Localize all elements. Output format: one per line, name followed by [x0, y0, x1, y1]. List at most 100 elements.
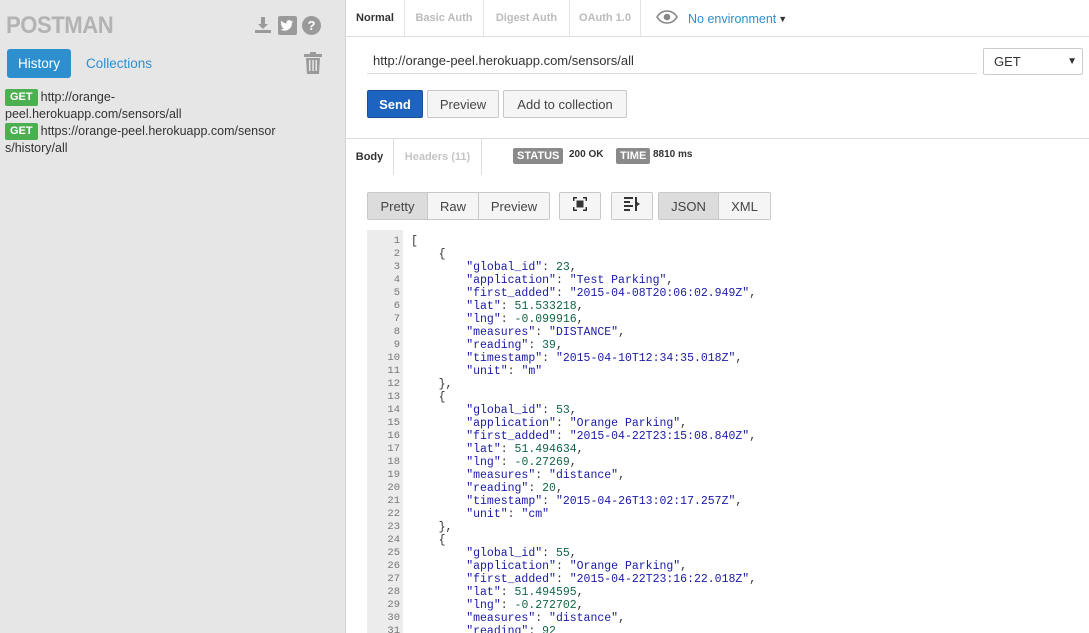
add-to-collection-button[interactable]: Add to collection	[503, 90, 627, 118]
code-line: 26 "application": "Orange Parking",	[367, 560, 1089, 573]
line-number: 19	[387, 469, 400, 481]
code-line: 22 "unit": "cm"	[367, 508, 1089, 521]
code-line: 11 "unit": "m"	[367, 365, 1089, 378]
line-number: 12	[387, 378, 400, 390]
code-text: "lng": -0.27269,	[466, 456, 577, 469]
download-icon[interactable]	[253, 15, 273, 35]
code-text: "application": "Orange Parking",	[466, 560, 688, 573]
twitter-icon[interactable]	[277, 15, 297, 35]
line-number: 22	[387, 508, 400, 520]
code-text: "lng": -0.099916,	[466, 313, 584, 326]
time-label: TIME	[616, 148, 651, 164]
code-line: 27 "first_added": "2015-04-22T23:16:22.0…	[367, 573, 1089, 586]
trash-icon[interactable]	[303, 52, 323, 79]
code-line: 15 "application": "Orange Parking",	[367, 417, 1089, 430]
code-line: 5 "first_added": "2015-04-08T20:06:02.94…	[367, 287, 1089, 300]
tab-collections[interactable]: Collections	[86, 49, 152, 78]
code-line: 17 "lat": 51.494634,	[367, 443, 1089, 456]
line-number: 21	[387, 495, 400, 507]
tab-normal[interactable]: Normal	[346, 0, 405, 36]
code-line: 29 "lng": -0.272702,	[367, 599, 1089, 612]
code-text: "first_added": "2015-04-08T20:06:02.949Z…	[466, 287, 757, 300]
line-number: 26	[387, 560, 400, 572]
line-number: 24	[387, 534, 400, 546]
line-number: 15	[387, 417, 400, 429]
line-number: 4	[393, 274, 400, 286]
code-line: 25 "global_id": 55,	[367, 547, 1089, 560]
code-text: "lat": 51.494634,	[466, 443, 584, 456]
code-line: 3 "global_id": 23,	[367, 261, 1089, 274]
code-text: "timestamp": "2015-04-10T12:34:35.018Z",	[466, 352, 743, 365]
tab-history[interactable]: History	[7, 49, 71, 78]
help-icon[interactable]: ?	[301, 15, 321, 35]
tab-basic-auth[interactable]: Basic Auth	[405, 0, 484, 36]
response-tabs: Body Headers (11)	[346, 139, 1089, 175]
code-text: "global_id": 23,	[466, 261, 577, 274]
code-line: 8 "measures": "DISTANCE",	[367, 326, 1089, 339]
url-input[interactable]	[367, 47, 977, 74]
line-number: 5	[393, 287, 400, 299]
format-json-button[interactable]: JSON	[659, 193, 719, 219]
environment-selector[interactable]: No environment ▼	[656, 10, 787, 27]
code-line: 12 },	[367, 378, 1089, 391]
tab-body[interactable]: Body	[346, 139, 394, 175]
code-line: 9 "reading": 39,	[367, 339, 1089, 352]
code-text: "first_added": "2015-04-22T23:16:22.018Z…	[466, 573, 757, 586]
method-select[interactable]: GET ▼	[983, 48, 1083, 75]
line-number: 2	[393, 248, 400, 260]
line-number: 25	[387, 547, 400, 559]
code-text: },	[411, 378, 453, 391]
view-pretty-button[interactable]: Pretty	[368, 193, 428, 219]
format-xml-button[interactable]: XML	[719, 193, 770, 219]
code-text: "unit": "cm"	[466, 508, 550, 521]
preview-button[interactable]: Preview	[427, 90, 499, 118]
code-line: 19 "measures": "distance",	[367, 469, 1089, 482]
tab-headers[interactable]: Headers (11)	[394, 139, 482, 175]
chevron-down-icon: ▼	[1067, 56, 1077, 67]
code-text: "lat": 51.494595,	[466, 586, 584, 599]
code-text: "application": "Orange Parking",	[466, 417, 688, 430]
code-line: 23 },	[367, 521, 1089, 534]
code-text: "first_added": "2015-04-22T23:15:08.840Z…	[466, 430, 757, 443]
history-item[interactable]: GET https://orange-peel.herokuapp.com/sen…	[5, 123, 290, 157]
line-number: 14	[387, 404, 400, 416]
code-text: "reading": 92	[466, 625, 556, 633]
view-raw-button[interactable]: Raw	[428, 193, 479, 219]
status-value: 200 OK	[569, 149, 604, 160]
view-preview-button[interactable]: Preview	[479, 193, 549, 219]
line-number: 31	[387, 625, 400, 633]
tab-oauth[interactable]: OAuth 1.0	[570, 0, 641, 36]
code-line: 7 "lng": -0.099916,	[367, 313, 1089, 326]
top-icons: ?	[253, 15, 321, 35]
history-url-cont: s/history/all	[5, 141, 68, 155]
line-number: 11	[387, 365, 400, 377]
history-item[interactable]: GET http://orange-peel.herokuapp.com/sens…	[5, 89, 290, 123]
line-number: 13	[387, 391, 400, 403]
code-line: 16 "first_added": "2015-04-22T23:15:08.8…	[367, 430, 1089, 443]
line-number: 1	[393, 235, 400, 247]
method-badge: GET	[5, 89, 38, 106]
code-line: 28 "lat": 51.494595,	[367, 586, 1089, 599]
svg-text:?: ?	[307, 18, 315, 33]
tab-digest-auth[interactable]: Digest Auth	[484, 0, 570, 36]
code-line: 2 {	[367, 248, 1089, 261]
code-text: "reading": 39,	[466, 339, 563, 352]
response-body[interactable]: 1[2 {3 "global_id": 23, 4 "application": …	[367, 230, 1089, 633]
eye-icon[interactable]	[656, 10, 678, 27]
fullscreen-button[interactable]	[559, 192, 601, 220]
history-url: https://orange-peel.herokuapp.com/sensor	[40, 124, 276, 138]
code-text: {	[411, 391, 446, 404]
line-number: 7	[393, 313, 400, 325]
code-text: "application": "Test Parking",	[466, 274, 674, 287]
send-button[interactable]: Send	[367, 90, 423, 118]
wrap-button[interactable]	[611, 192, 653, 220]
code-line: 4 "application": "Test Parking",	[367, 274, 1089, 287]
code-line: 13 {	[367, 391, 1089, 404]
code-text: {	[411, 248, 446, 261]
code-line: 21 "timestamp": "2015-04-26T13:02:17.257…	[367, 495, 1089, 508]
view-mode-group: Pretty Raw Preview	[367, 192, 550, 220]
code-text: "global_id": 55,	[466, 547, 577, 560]
auth-tabs: Normal Basic Auth Digest Auth OAuth 1.0 …	[346, 0, 1089, 37]
code-text: {	[411, 534, 446, 547]
code-text: },	[411, 521, 453, 534]
